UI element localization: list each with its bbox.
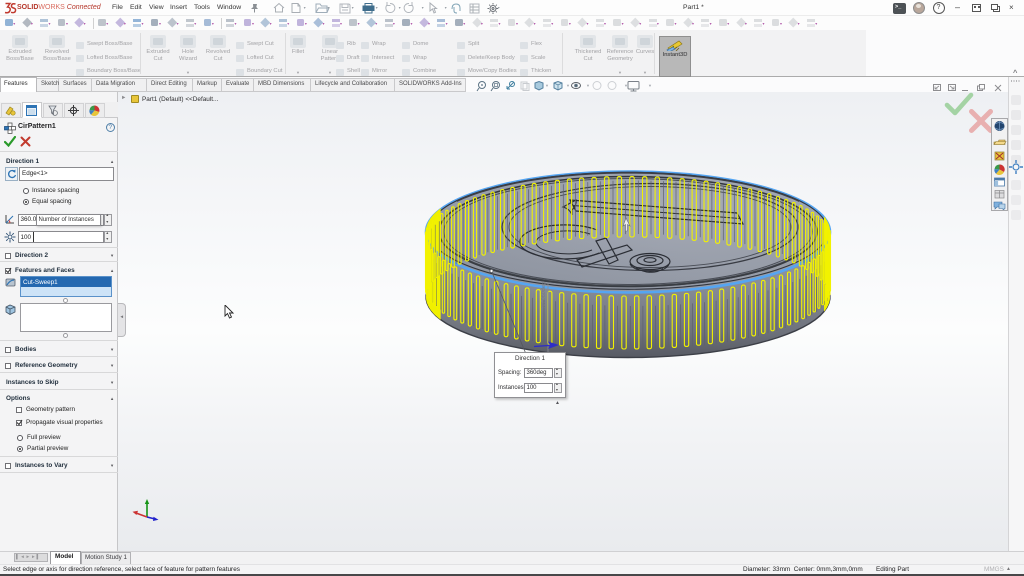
svg-text:36.060deg: 36.060deg: [541, 282, 547, 308]
